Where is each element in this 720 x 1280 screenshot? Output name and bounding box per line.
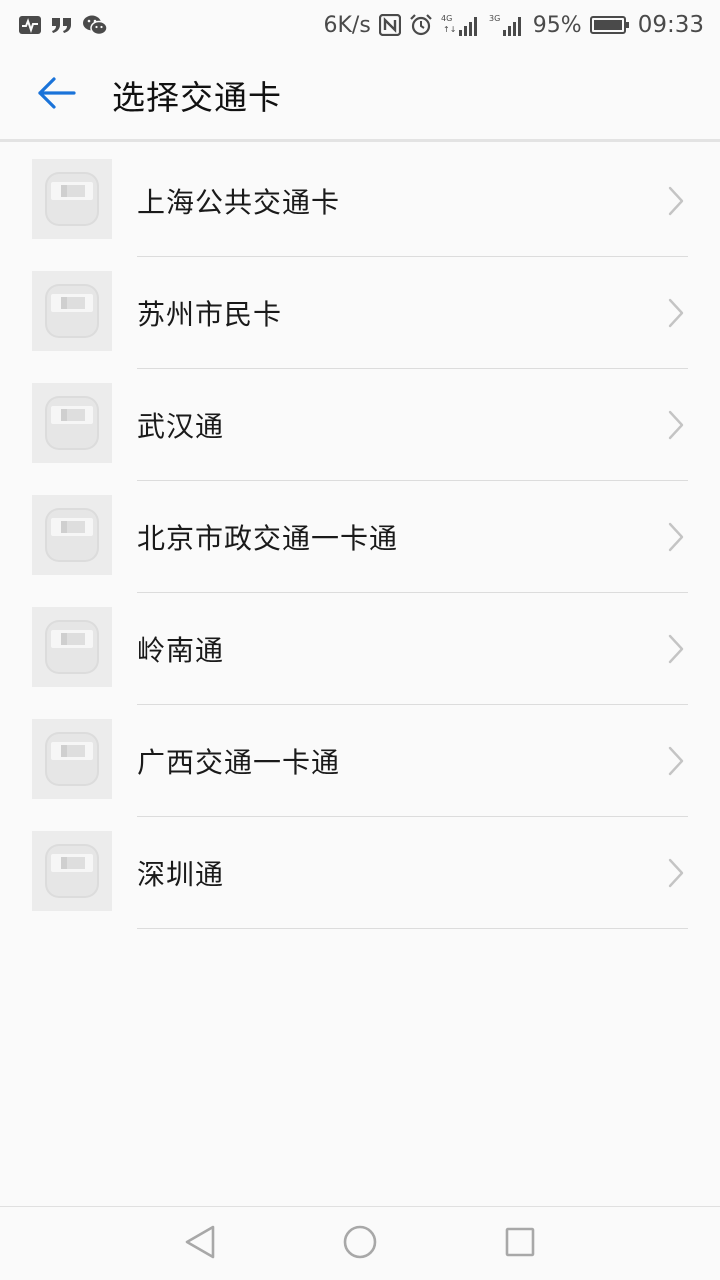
battery-icon (589, 15, 630, 35)
signal-3g-icon: 3G (489, 13, 525, 37)
nav-home-button[interactable] (315, 1207, 405, 1280)
card-label: 武汉通 (137, 410, 225, 443)
home-circle-icon (342, 1224, 378, 1264)
nav-recents-button[interactable] (475, 1207, 565, 1280)
recents-square-icon (504, 1226, 536, 1262)
card-thumbnail-icon (32, 271, 112, 351)
chevron-right-icon (666, 521, 686, 553)
arrow-left-icon (36, 75, 76, 115)
battery-percent: 95% (532, 12, 582, 38)
card-label: 广西交通一卡通 (137, 746, 341, 779)
card-label: 岭南通 (137, 634, 225, 667)
card-thumbnail-icon (32, 607, 112, 687)
status-right: 6K/s 4G ↑↓ 3G 95% 09:33 (323, 12, 720, 38)
card-thumbnail-icon (32, 719, 112, 799)
list-item[interactable]: 深圳通 (0, 817, 720, 929)
alarm-icon (409, 13, 433, 37)
chevron-right-icon (666, 633, 686, 665)
navigation-bar (0, 1206, 720, 1280)
list-item[interactable]: 北京市政交通一卡通 (0, 481, 720, 593)
card-thumbnail-icon (32, 383, 112, 463)
nav-back-button[interactable] (155, 1207, 245, 1280)
svg-text:↑↓: ↑↓ (443, 25, 456, 34)
status-left (0, 14, 108, 36)
card-list: 上海公共交通卡 苏州市民卡 武汉通 北京市政交通一卡通 岭南通 广西交通一卡通 … (0, 145, 720, 929)
nfc-icon (378, 14, 401, 36)
app-bar: 选择交通卡 (0, 50, 720, 142)
screen: 6K/s 4G ↑↓ 3G 95% 09:33 选择交通卡 上海公共交通卡 苏州… (0, 0, 720, 1280)
back-triangle-icon (183, 1224, 217, 1264)
page-title: 选择交通卡 (112, 77, 282, 117)
list-item[interactable]: 武汉通 (0, 369, 720, 481)
wechat-icon (82, 14, 108, 36)
list-item[interactable]: 上海公共交通卡 (0, 145, 720, 257)
list-item[interactable]: 岭南通 (0, 593, 720, 705)
status-bar: 6K/s 4G ↑↓ 3G 95% 09:33 (0, 0, 720, 50)
clock: 09:33 (637, 12, 704, 38)
chevron-right-icon (666, 857, 686, 889)
card-thumbnail-icon (32, 159, 112, 239)
back-button[interactable] (26, 65, 86, 125)
net-speed: 6K/s (323, 12, 371, 38)
activity-icon (18, 15, 42, 35)
card-thumbnail-icon (32, 831, 112, 911)
signal-4g-icon: 4G ↑↓ (441, 13, 481, 37)
card-label: 深圳通 (137, 858, 225, 891)
divider (137, 928, 688, 929)
chevron-right-icon (666, 297, 686, 329)
network-4g-label: 4G (441, 14, 452, 23)
chevron-right-icon (666, 745, 686, 777)
card-thumbnail-icon (32, 495, 112, 575)
card-label: 上海公共交通卡 (137, 186, 341, 219)
card-label: 苏州市民卡 (137, 298, 283, 331)
card-label: 北京市政交通一卡通 (137, 522, 399, 555)
chevron-right-icon (666, 409, 686, 441)
list-item[interactable]: 广西交通一卡通 (0, 705, 720, 817)
chevron-right-icon (666, 185, 686, 217)
quote-icon (50, 15, 74, 35)
network-3g-label: 3G (489, 14, 500, 23)
list-item[interactable]: 苏州市民卡 (0, 257, 720, 369)
